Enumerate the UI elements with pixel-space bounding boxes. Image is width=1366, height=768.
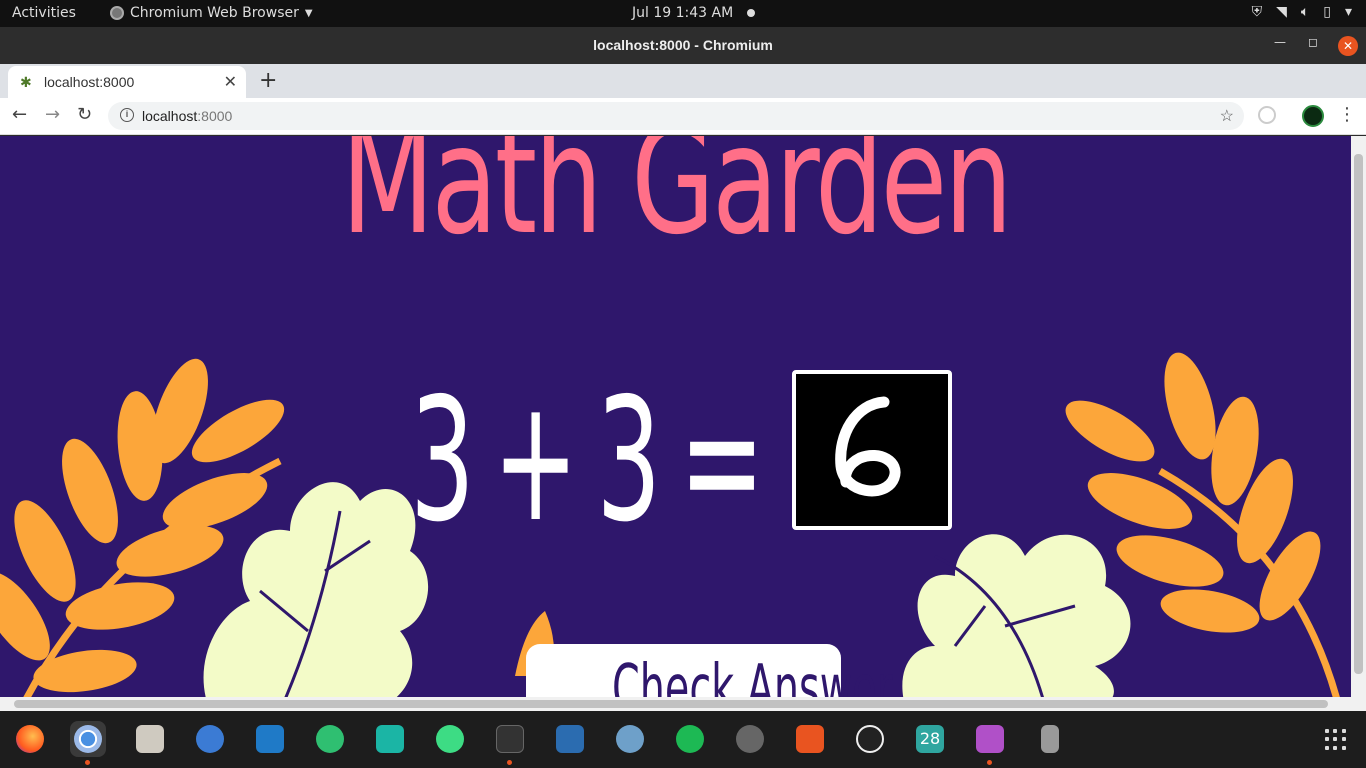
software-center-icon[interactable] [792, 721, 828, 757]
tab-label: localhost:8000 [44, 74, 135, 90]
page-title: Math Garden [341, 136, 1013, 268]
tab-strip: ✱ localhost:8000 ✕ + [0, 64, 1366, 98]
leaf-favicon-icon: ✱ [20, 74, 32, 90]
browser-toolbar: ← → ↻ i localhost:8000 ☆ ⋮ [0, 98, 1366, 135]
obs-icon[interactable] [852, 721, 888, 757]
operand-a: 3 [410, 362, 475, 560]
app-menu-label: Chromium Web Browser [130, 5, 299, 21]
minimize-button[interactable]: — [1274, 35, 1286, 49]
cheese-icon[interactable] [732, 721, 768, 757]
clock[interactable]: Jul 19 1:43 AM [632, 5, 733, 21]
atom-icon[interactable] [312, 721, 348, 757]
close-tab-icon[interactable]: ✕ [224, 72, 237, 92]
android-studio-icon[interactable] [432, 721, 468, 757]
show-applications-icon[interactable] [1325, 729, 1347, 751]
chevron-down-icon: ▼ [304, 7, 313, 19]
operand-b: 3 [596, 362, 662, 560]
video-icon[interactable] [972, 721, 1008, 765]
url-text: localhost:8000 [142, 108, 232, 124]
handwritten-answer-stroke [835, 396, 901, 497]
battery-icon[interactable]: ▯ [1323, 4, 1331, 20]
profile-avatar[interactable] [1302, 105, 1324, 127]
bookmark-star-icon[interactable]: ☆ [1220, 106, 1234, 126]
visual-studio-icon[interactable] [372, 721, 408, 757]
shield-icon[interactable]: ⛨ [1252, 4, 1263, 20]
files-icon[interactable] [132, 721, 168, 757]
tab-localhost[interactable]: ✱ localhost:8000 ✕ [8, 66, 246, 98]
window-titlebar: localhost:8000 - Chromium — ◻ ✕ [0, 27, 1366, 64]
address-bar[interactable]: i localhost:8000 ☆ [108, 102, 1244, 130]
chromium-icon[interactable] [70, 721, 106, 765]
check-answer-label: Check Answer [612, 652, 893, 697]
extension-icon[interactable] [1258, 106, 1276, 124]
chromium-small-icon [110, 6, 124, 20]
page-viewport: Math Garden 3 +3 = Check Answer [0, 136, 1351, 697]
url-port: :8000 [197, 108, 233, 124]
vertical-scrollbar[interactable] [1351, 136, 1366, 697]
thunderbird-icon[interactable] [192, 721, 228, 757]
system-tray[interactable]: ⛨ ◥ 🔈︎ ▯ ▾ [1252, 4, 1352, 20]
math-equation: 3 +3 = [410, 376, 783, 546]
maximize-button[interactable]: ◻ [1308, 35, 1318, 49]
more-menu-icon[interactable]: ⋮ [1338, 104, 1356, 125]
drawing-canvas[interactable] [792, 370, 952, 530]
new-tab-button[interactable]: + [259, 68, 277, 93]
close-window-button[interactable]: ✕ [1338, 36, 1358, 56]
calendar-icon[interactable]: 28 [912, 721, 948, 757]
app-menu[interactable]: Chromium Web Browser ▼ [110, 5, 313, 21]
check-answer-button[interactable]: Check Answer [526, 644, 893, 697]
url-host: localhost [142, 108, 198, 124]
usb-drive-icon[interactable] [1032, 721, 1068, 757]
left-cream-leaf-illustration [203, 482, 428, 697]
horizontal-scrollbar[interactable] [0, 697, 1366, 711]
firefox-icon[interactable] [12, 721, 48, 757]
horizontal-scroll-thumb[interactable] [14, 700, 1328, 708]
window-title: localhost:8000 - Chromium [593, 37, 773, 53]
power-menu-icon[interactable]: ▾ [1345, 4, 1352, 20]
pgadmin-icon[interactable] [612, 721, 648, 757]
equals-sign: = [679, 362, 765, 560]
volume-icon[interactable]: 🔈︎ [1301, 4, 1309, 20]
vertical-scroll-thumb[interactable] [1354, 154, 1363, 674]
spotify-icon[interactable] [672, 721, 708, 757]
site-info-icon[interactable]: i [120, 108, 134, 122]
reload-icon[interactable]: ↻ [77, 104, 92, 125]
vscode-icon[interactable] [252, 721, 288, 757]
wifi-icon[interactable]: ◥ [1276, 4, 1287, 20]
notification-dot-icon [747, 9, 755, 17]
plus-operator: + [492, 362, 579, 560]
ubuntu-dock: 28 [0, 711, 1366, 768]
terminal-icon[interactable] [492, 721, 528, 765]
back-arrow-icon[interactable]: ← [12, 104, 27, 125]
system-top-bar: Activities Chromium Web Browser ▼ Jul 19… [0, 0, 1366, 27]
activities-button[interactable]: Activities [12, 5, 76, 21]
forward-arrow-icon[interactable]: → [45, 104, 60, 125]
writer-icon[interactable] [552, 721, 588, 757]
